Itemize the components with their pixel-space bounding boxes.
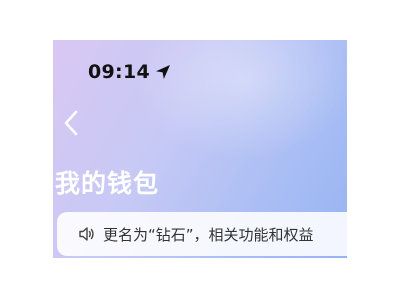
speaker-icon — [77, 224, 97, 244]
notice-bar[interactable]: 更名为“钻石”，相关功能和权益 — [57, 212, 347, 256]
wallet-screen: 09:14 我的钱包 更名为“钻石”，相关功能和权益 — [53, 40, 347, 258]
chevron-left-icon — [63, 110, 79, 140]
location-arrow-icon — [154, 63, 172, 81]
notice-text: 更名为“钻石”，相关功能和权益 — [103, 225, 314, 244]
back-button[interactable] — [57, 110, 85, 140]
background-glow — [133, 40, 347, 160]
status-bar: 09:14 — [88, 60, 172, 84]
page-title: 我的钱包 — [55, 169, 160, 198]
status-time: 09:14 — [88, 61, 150, 83]
